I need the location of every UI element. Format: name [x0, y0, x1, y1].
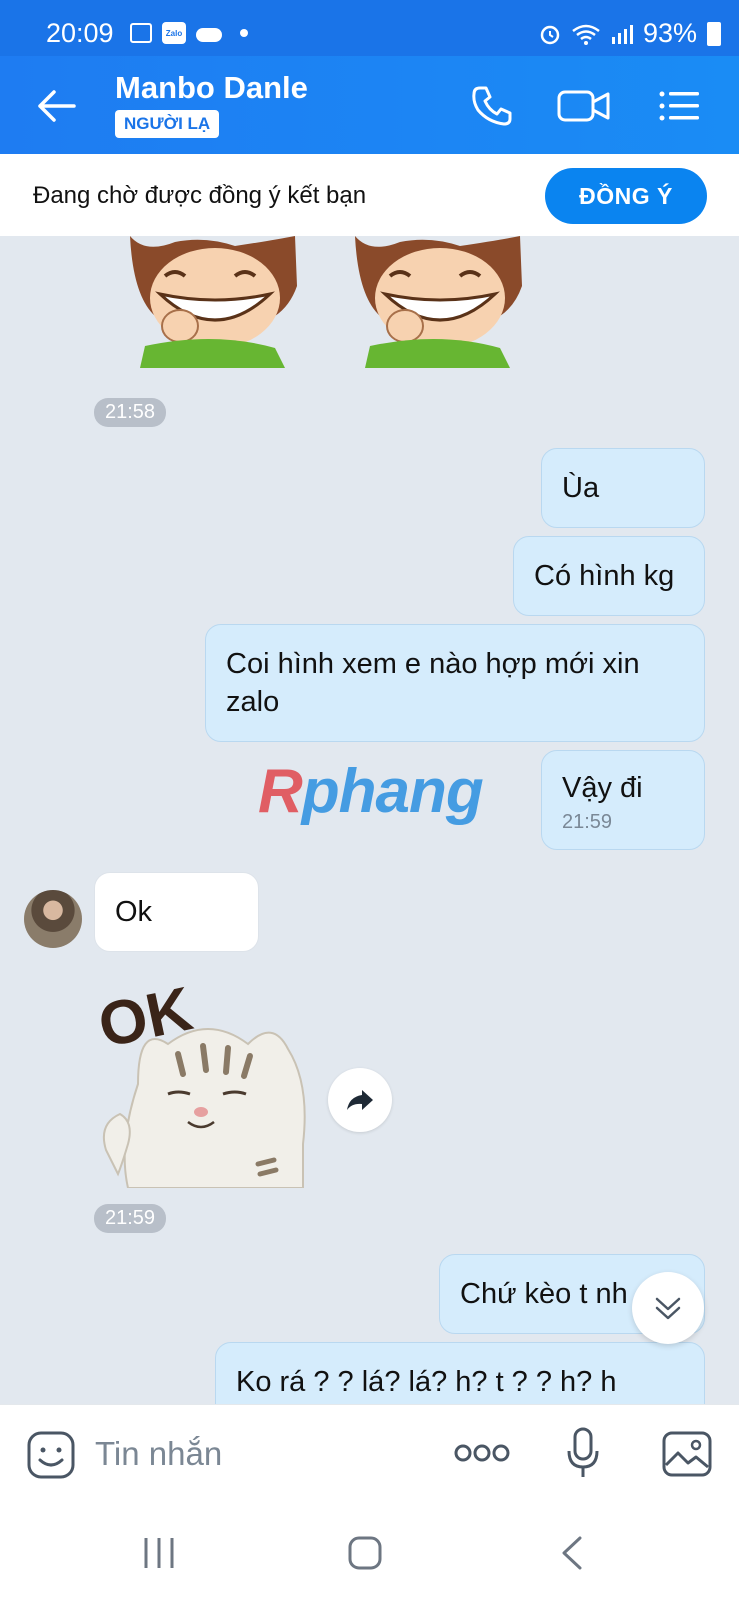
double-chevron-down-icon	[655, 1297, 681, 1320]
back-nav-icon[interactable]	[560, 1536, 584, 1570]
menu-icon[interactable]	[656, 82, 704, 130]
message-bubble-outgoing[interactable]: Ùa	[541, 448, 705, 528]
status-bar: 20:09 Zalo 93%	[0, 0, 739, 56]
notification-icons: Zalo	[130, 22, 248, 44]
message-text: Ok	[115, 896, 153, 928]
message-bubble-incoming[interactable]: Ok	[94, 872, 259, 952]
battery-icon	[707, 21, 721, 46]
contact-avatar[interactable]	[24, 890, 82, 948]
more-notifications-icon	[240, 29, 248, 37]
contact-name[interactable]: Manbo Danle	[115, 70, 308, 106]
video-call-icon[interactable]	[556, 82, 612, 130]
status-time: 20:09	[46, 18, 114, 48]
battery-percentage: 93%	[642, 18, 697, 48]
home-icon[interactable]	[348, 1536, 382, 1570]
accept-button[interactable]: ĐỒNG Ý	[545, 168, 707, 224]
message-text: Coi hình xem e nào hợp mới xin zalo	[226, 648, 640, 718]
message-input[interactable]: Tin nhắn	[95, 1435, 222, 1473]
message-text: Có hình kg	[534, 560, 675, 592]
message-time: 21:59	[562, 811, 613, 833]
more-options-icon[interactable]	[454, 1443, 510, 1463]
sticker-emoji-icon[interactable]	[26, 1430, 76, 1480]
forward-button[interactable]	[328, 1068, 392, 1132]
cloud-icon	[196, 28, 222, 42]
message-input-bar: Tin nhắn	[0, 1404, 739, 1506]
microphone-icon[interactable]	[566, 1427, 600, 1481]
wifi-icon	[572, 24, 600, 45]
forward-share-icon	[347, 1090, 373, 1110]
chat-header: Manbo Danle NGƯỜI LẠ	[0, 56, 739, 154]
alarm-icon	[540, 25, 560, 44]
back-arrow-icon[interactable]	[34, 84, 78, 128]
recent-apps-icon[interactable]	[142, 1536, 176, 1570]
message-bubble-outgoing[interactable]: Vậy đi 21:59	[541, 750, 705, 850]
sticker-boy-laughing[interactable]	[350, 236, 530, 368]
message-text: Ko rá ? ? lá? lá? h? t ? ? h? h	[236, 1366, 617, 1398]
image-gallery-icon[interactable]	[662, 1431, 712, 1477]
phone-icon[interactable]	[468, 82, 516, 130]
signal-icon	[611, 24, 633, 44]
message-bubble-outgoing[interactable]: Có hình kg	[513, 536, 705, 616]
message-bubble-outgoing[interactable]: Coi hình xem e nào hợp mới xin zalo	[205, 624, 705, 742]
pending-request-text: Đang chờ được đồng ý kết bạn	[33, 182, 367, 209]
zalo-icon: Zalo	[162, 22, 186, 44]
timestamp-pill: 21:59	[94, 1204, 167, 1233]
gallery-icon	[130, 23, 152, 43]
sticker-ok-cat[interactable]: OK	[98, 974, 310, 1188]
message-text: Ùa	[562, 472, 600, 504]
message-bubble-outgoing[interactable]: Ko rá ? ? lá? lá? h? t ? ? h? h	[215, 1342, 705, 1404]
timestamp-pill: 21:58	[94, 398, 167, 427]
system-icons: 93%	[539, 18, 721, 49]
scroll-to-bottom-button[interactable]	[632, 1272, 704, 1344]
message-text: Vậy đi	[562, 772, 643, 804]
stranger-badge: NGƯỜI LẠ	[115, 110, 220, 138]
watermark-logo: Rphang	[258, 757, 484, 826]
chat-messages[interactable]: 21:58 Ùa Có hình kg Coi hình xem e nào h…	[0, 236, 739, 1404]
sticker-boy-laughing[interactable]	[125, 236, 305, 368]
message-text: Chứ kèo t nh	[460, 1278, 628, 1310]
system-navigation-bar	[0, 1506, 739, 1600]
friend-request-banner: Đang chờ được đồng ý kết bạn ĐỒNG Ý	[0, 154, 739, 236]
